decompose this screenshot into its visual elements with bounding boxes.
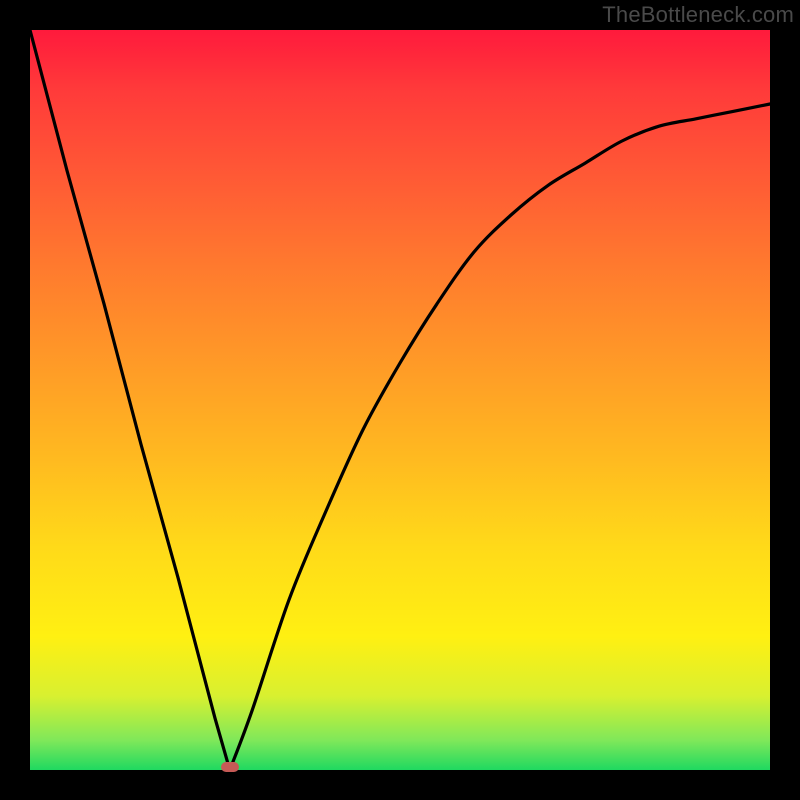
chart-frame: TheBottleneck.com: [0, 0, 800, 800]
watermark-text: TheBottleneck.com: [602, 2, 794, 28]
plot-area: [30, 30, 770, 770]
bottleneck-curve: [30, 30, 770, 770]
minimum-marker: [221, 762, 239, 772]
curve-path: [30, 30, 770, 770]
